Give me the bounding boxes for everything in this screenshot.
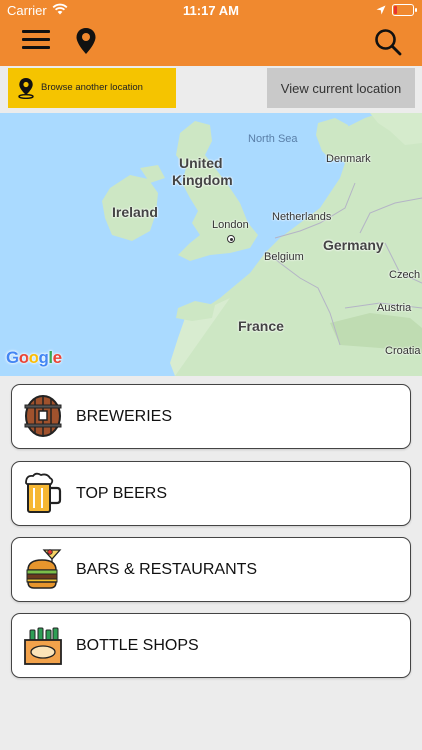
beer-barrel-icon	[22, 395, 64, 437]
category-label: TOP BEERS	[76, 485, 167, 502]
top-navigation-bar: Carrier 11:17 AM	[0, 0, 422, 66]
category-label: BREWERIES	[76, 408, 173, 425]
map-label-kingdom: Kingdom	[172, 172, 233, 188]
view-current-location-button[interactable]: View current location	[267, 68, 415, 108]
category-top-beers-button[interactable]: TOP BEERS	[11, 461, 411, 526]
map-label-netherlands: Netherlands	[272, 211, 332, 223]
map-label-london: London	[212, 219, 249, 231]
map-label-united: United	[179, 155, 223, 171]
location-arrow-icon	[376, 3, 386, 18]
category-bottle-shops-button[interactable]: BOTTLE SHOPS	[11, 613, 411, 678]
map-label-croatia: Croatia	[385, 345, 421, 357]
category-breweries-button[interactable]: BREWERIES	[11, 384, 411, 449]
beer-mug-icon	[22, 472, 64, 514]
map-label-denmark: Denmark	[326, 153, 371, 165]
category-label: BOTTLE SHOPS	[76, 637, 199, 654]
category-bars-restaurants-button[interactable]: BARS & RESTAURANTS	[11, 537, 411, 602]
london-marker	[227, 235, 235, 243]
location-pin-icon[interactable]	[75, 27, 97, 55]
map-label-france: France	[238, 318, 284, 334]
hamburger-menu-icon[interactable]	[22, 30, 50, 50]
map-label-czech: Czech	[389, 269, 421, 281]
map-view[interactable]: North Sea Denmark United Kingdom Ireland…	[0, 113, 422, 376]
browse-location-label: Browse another location	[41, 82, 143, 93]
status-bar: Carrier 11:17 AM	[0, 0, 422, 22]
beer-crate-icon	[22, 624, 64, 666]
category-label: BARS & RESTAURANTS	[76, 561, 258, 578]
status-time: 11:17 AM	[183, 3, 239, 18]
location-pin-icon	[16, 77, 36, 100]
browse-another-location-button[interactable]: Browse another location	[8, 68, 176, 108]
battery-icon	[392, 4, 417, 16]
map-label-north-sea: North Sea	[248, 133, 298, 145]
search-icon[interactable]	[374, 28, 402, 56]
map-label-germany: Germany	[323, 237, 384, 253]
map-label-ireland: Ireland	[112, 204, 158, 220]
map-label-austria: Austria	[377, 302, 412, 314]
google-logo[interactable]: Google	[6, 348, 62, 368]
burger-cocktail-icon	[22, 548, 64, 590]
map-label-belgium: Belgium	[264, 251, 304, 263]
